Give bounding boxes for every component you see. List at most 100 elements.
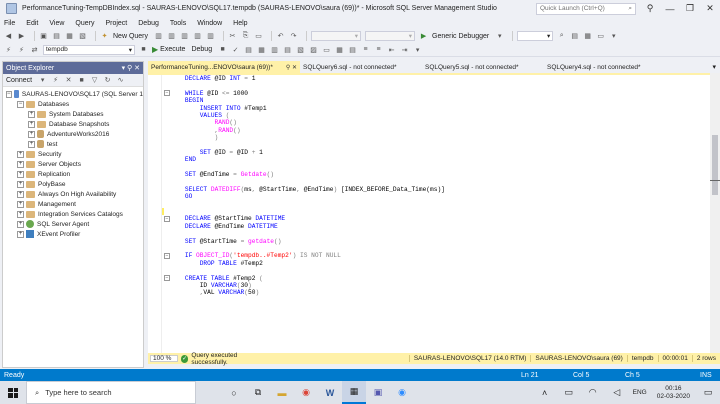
quick-launch-input[interactable]: Quick Launch (Ctrl+Q) ⌕ <box>536 2 636 15</box>
query-designer-icon[interactable]: ▦ <box>257 45 266 54</box>
tree-node[interactable]: + Security <box>3 149 143 159</box>
menu-project[interactable]: Project <box>105 20 127 27</box>
expand-icon[interactable]: + <box>17 200 24 208</box>
expand-icon[interactable]: + <box>28 120 35 128</box>
solution-platform-combo[interactable]: ▾ <box>365 31 416 41</box>
filter-icon[interactable]: ▽ <box>90 76 99 85</box>
expand-icon[interactable]: + <box>28 130 35 138</box>
solution-config-combo[interactable]: ▾ <box>311 31 362 41</box>
debug-button[interactable]: Debug <box>191 46 212 53</box>
tree-node[interactable]: + System Databases <box>3 109 143 119</box>
new-query-icon[interactable]: ✦ <box>100 32 109 41</box>
toolbox-icon[interactable]: ▦ <box>583 32 592 41</box>
editor-vertical-scrollbar[interactable] <box>710 73 720 353</box>
execute-icon[interactable]: ▶ <box>152 45 158 54</box>
expand-icon[interactable]: + <box>17 170 24 178</box>
mdx-icon[interactable]: ▥ <box>167 32 176 41</box>
tab-4[interactable]: SQLQuery4.sql - not connected* <box>544 61 666 73</box>
connect-button[interactable]: Connect <box>6 77 32 84</box>
chrome-icon[interactable]: ◉ <box>294 381 318 404</box>
collapse-icon[interactable]: − <box>164 253 170 260</box>
tree-node[interactable]: + AdventureWorks2016 <box>3 129 143 139</box>
pin-icon[interactable]: ⚲ <box>127 65 132 72</box>
tree-node[interactable]: − SAURAS-LENOVO\SQL17 (SQL Server 1 <box>3 89 143 99</box>
task-view-icon[interactable]: ⧉ <box>246 381 270 404</box>
outdent-icon[interactable]: ⇤ <box>387 45 396 54</box>
stop-icon[interactable]: ■ <box>77 76 86 85</box>
copy-icon[interactable]: ⎘ <box>241 32 250 41</box>
tree-node[interactable]: + Integration Services Catalogs <box>3 209 143 219</box>
chevron-down-icon[interactable]: ▾ <box>712 63 716 71</box>
save-all-icon[interactable]: ▧ <box>78 32 87 41</box>
pin-icon[interactable]: ⚲ <box>640 0 660 17</box>
connect-icon[interactable]: ⚡ <box>4 45 13 54</box>
menu-query[interactable]: Query <box>75 20 94 27</box>
expand-icon[interactable]: + <box>17 210 24 218</box>
disconnect-icon[interactable]: ⚡ <box>17 45 26 54</box>
notification-icon[interactable]: ▭ <box>696 381 720 404</box>
wifi-icon[interactable]: ◠ <box>581 381 605 404</box>
close-icon[interactable]: ✕ <box>134 65 140 72</box>
menu-view[interactable]: View <box>49 20 64 27</box>
options-icon[interactable]: ▾ <box>609 32 618 41</box>
back-icon[interactable]: ◀ <box>4 32 13 41</box>
expand-icon[interactable]: + <box>17 160 24 168</box>
collapse-icon[interactable]: − <box>17 100 24 108</box>
window-icon[interactable]: ▭ <box>596 32 605 41</box>
activity-monitor-icon[interactable]: ∿ <box>116 76 125 85</box>
expand-icon[interactable]: + <box>17 190 24 198</box>
minimize-button[interactable]: — <box>660 0 680 17</box>
close-button[interactable]: ✕ <box>700 0 720 17</box>
expand-icon[interactable]: + <box>28 110 35 118</box>
language-indicator[interactable]: ENG <box>633 389 647 396</box>
menu-window[interactable]: Window <box>197 20 222 27</box>
code-area[interactable]: DECLARE @ID INT = 1 WHILE @ID <= 1000 BE… <box>170 75 445 297</box>
live-stats-icon[interactable]: ▧ <box>296 45 305 54</box>
tree-node[interactable]: − Databases <box>3 99 143 109</box>
zoom-app-icon[interactable]: ◉ <box>390 381 414 404</box>
ssms-taskbar-icon[interactable]: ▦ <box>342 381 366 404</box>
tree-node[interactable]: + Server Objects <box>3 159 143 169</box>
results-text-icon[interactable]: ▭ <box>322 45 331 54</box>
cancel-query-icon[interactable]: ■ <box>218 45 227 54</box>
expand-icon[interactable]: + <box>17 180 24 188</box>
properties-icon[interactable]: ▤ <box>570 32 579 41</box>
disconnect-icon[interactable]: ✕ <box>64 76 73 85</box>
menu-edit[interactable]: Edit <box>26 20 38 27</box>
tree-node[interactable]: + test <box>3 139 143 149</box>
start-button[interactable] <box>0 381 26 404</box>
actual-plan-icon[interactable]: ▤ <box>283 45 292 54</box>
client-stats-icon[interactable]: ▨ <box>309 45 318 54</box>
volume-icon[interactable]: ◁ <box>605 381 629 404</box>
chevron-down-icon[interactable]: ▾ <box>38 76 47 85</box>
chevron-down-icon[interactable]: ▾ <box>122 65 126 72</box>
new-query-button[interactable]: New Query <box>113 33 148 40</box>
battery-icon[interactable]: ▭ <box>557 381 581 404</box>
cortana-icon[interactable]: ○ <box>222 381 246 404</box>
db-query-icon[interactable]: ▥ <box>154 32 163 41</box>
chevron-down-icon[interactable]: ▾ <box>495 32 504 41</box>
close-icon[interactable]: ⚲ ✕ <box>286 64 297 71</box>
sql-editor[interactable]: DECLARE @ID INT = 1 WHILE @ID <= 1000 BE… <box>148 73 710 353</box>
uncomment-icon[interactable]: ≡ <box>374 45 383 54</box>
expand-icon[interactable]: + <box>17 150 24 158</box>
expand-icon[interactable]: + <box>17 220 24 228</box>
generic-debugger-button[interactable]: Generic Debugger <box>432 33 489 40</box>
refresh-icon[interactable]: ↻ <box>103 76 112 85</box>
collapse-icon[interactable]: − <box>164 216 170 223</box>
expand-icon[interactable]: + <box>28 140 35 148</box>
estimated-plan-icon[interactable]: ▤ <box>244 45 253 54</box>
word-icon[interactable]: W <box>318 381 342 404</box>
tree-node[interactable]: + SQL Server Agent <box>3 219 143 229</box>
comment-icon[interactable]: ≡ <box>361 45 370 54</box>
undo-icon[interactable]: ↶ <box>276 32 285 41</box>
collapse-icon[interactable]: − <box>164 90 170 97</box>
forward-icon[interactable]: ▶ <box>17 32 26 41</box>
find-combo[interactable]: ▾ <box>517 31 554 41</box>
find-icon[interactable]: ⌕ <box>557 32 566 41</box>
save-icon[interactable]: ▦ <box>65 32 74 41</box>
tab-1[interactable]: PerformanceTuning...ENOVO\saura (69))* ⚲ … <box>148 61 300 73</box>
chevron-up-icon[interactable]: ˄ <box>533 381 557 404</box>
parse-icon[interactable]: ✓ <box>231 45 240 54</box>
new-project-icon[interactable]: ▣ <box>39 32 48 41</box>
